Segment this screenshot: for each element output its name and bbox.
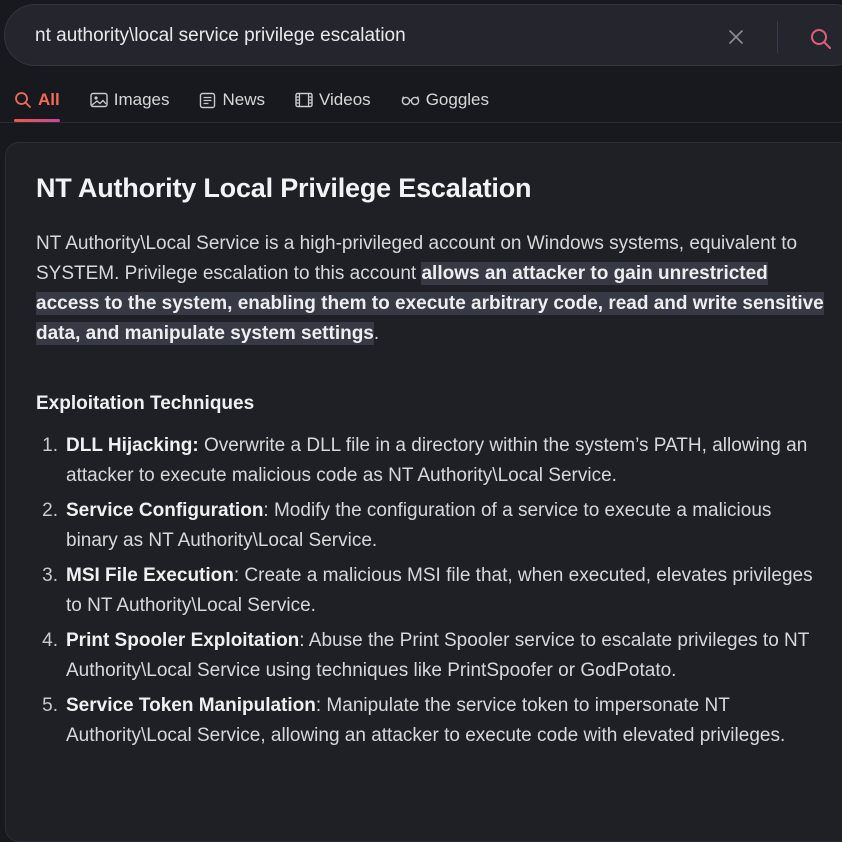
search-icon xyxy=(14,91,32,109)
list-item: 4. Print Spooler Exploitation: Abuse the… xyxy=(36,626,826,686)
technique-name: Service Configuration xyxy=(66,500,264,521)
technique-name: DLL Hijacking: xyxy=(66,435,199,456)
tab-all-label: All xyxy=(38,90,60,109)
list-item: 2. Service Configuration: Modify the con… xyxy=(36,496,826,556)
image-icon xyxy=(90,92,108,108)
technique-name: Print Spooler Exploitation xyxy=(66,630,300,651)
techniques-list: 1. DLL Hijacking: Overwrite a DLL file i… xyxy=(36,431,826,756)
list-number: 1. xyxy=(42,435,58,456)
intro-end: . xyxy=(373,323,380,344)
list-item: 3. MSI File Execution: Create a maliciou… xyxy=(36,561,826,621)
answer-intro: NT Authority\Local Service is a high-pri… xyxy=(36,229,826,349)
tab-news[interactable]: News xyxy=(199,86,265,114)
list-number: 3. xyxy=(42,565,58,586)
technique-name: MSI File Execution xyxy=(66,565,234,586)
search-input[interactable]: nt authority\local service privilege esc… xyxy=(35,25,406,47)
tabs-divider xyxy=(0,122,842,123)
clear-icon[interactable] xyxy=(726,27,746,47)
search-bar-divider xyxy=(777,21,778,53)
tab-goggles-label: Goggles xyxy=(425,90,490,109)
list-number: 4. xyxy=(42,630,58,651)
list-item: 5. Service Token Manipulation: Manipulat… xyxy=(36,691,826,751)
search-bar: nt authority\local service privilege esc… xyxy=(4,4,842,66)
search-icon[interactable] xyxy=(809,27,833,51)
list-number: 2. xyxy=(42,500,58,521)
answer-title: NT Authority Local Privilege Escalation xyxy=(36,173,532,203)
tab-images-label: Images xyxy=(113,90,170,109)
technique-name: Service Token Manipulation xyxy=(66,695,316,716)
answer-card: NT Authority Local Privilege Escalation … xyxy=(5,142,842,842)
tab-all[interactable]: All xyxy=(14,86,60,122)
tab-videos[interactable]: Videos xyxy=(295,86,371,114)
news-icon xyxy=(199,92,216,109)
tab-goggles[interactable]: Goggles xyxy=(401,86,489,114)
video-icon xyxy=(295,92,313,108)
list-item: 1. DLL Hijacking: Overwrite a DLL file i… xyxy=(36,431,826,491)
result-type-tabs: All Images News Videos Goggles xyxy=(14,86,519,122)
goggles-icon xyxy=(401,93,420,107)
tab-images[interactable]: Images xyxy=(90,86,170,114)
tab-videos-label: Videos xyxy=(319,90,371,109)
tab-news-label: News xyxy=(222,90,265,109)
section-title: Exploitation Techniques xyxy=(36,393,255,414)
list-number: 5. xyxy=(42,695,58,716)
